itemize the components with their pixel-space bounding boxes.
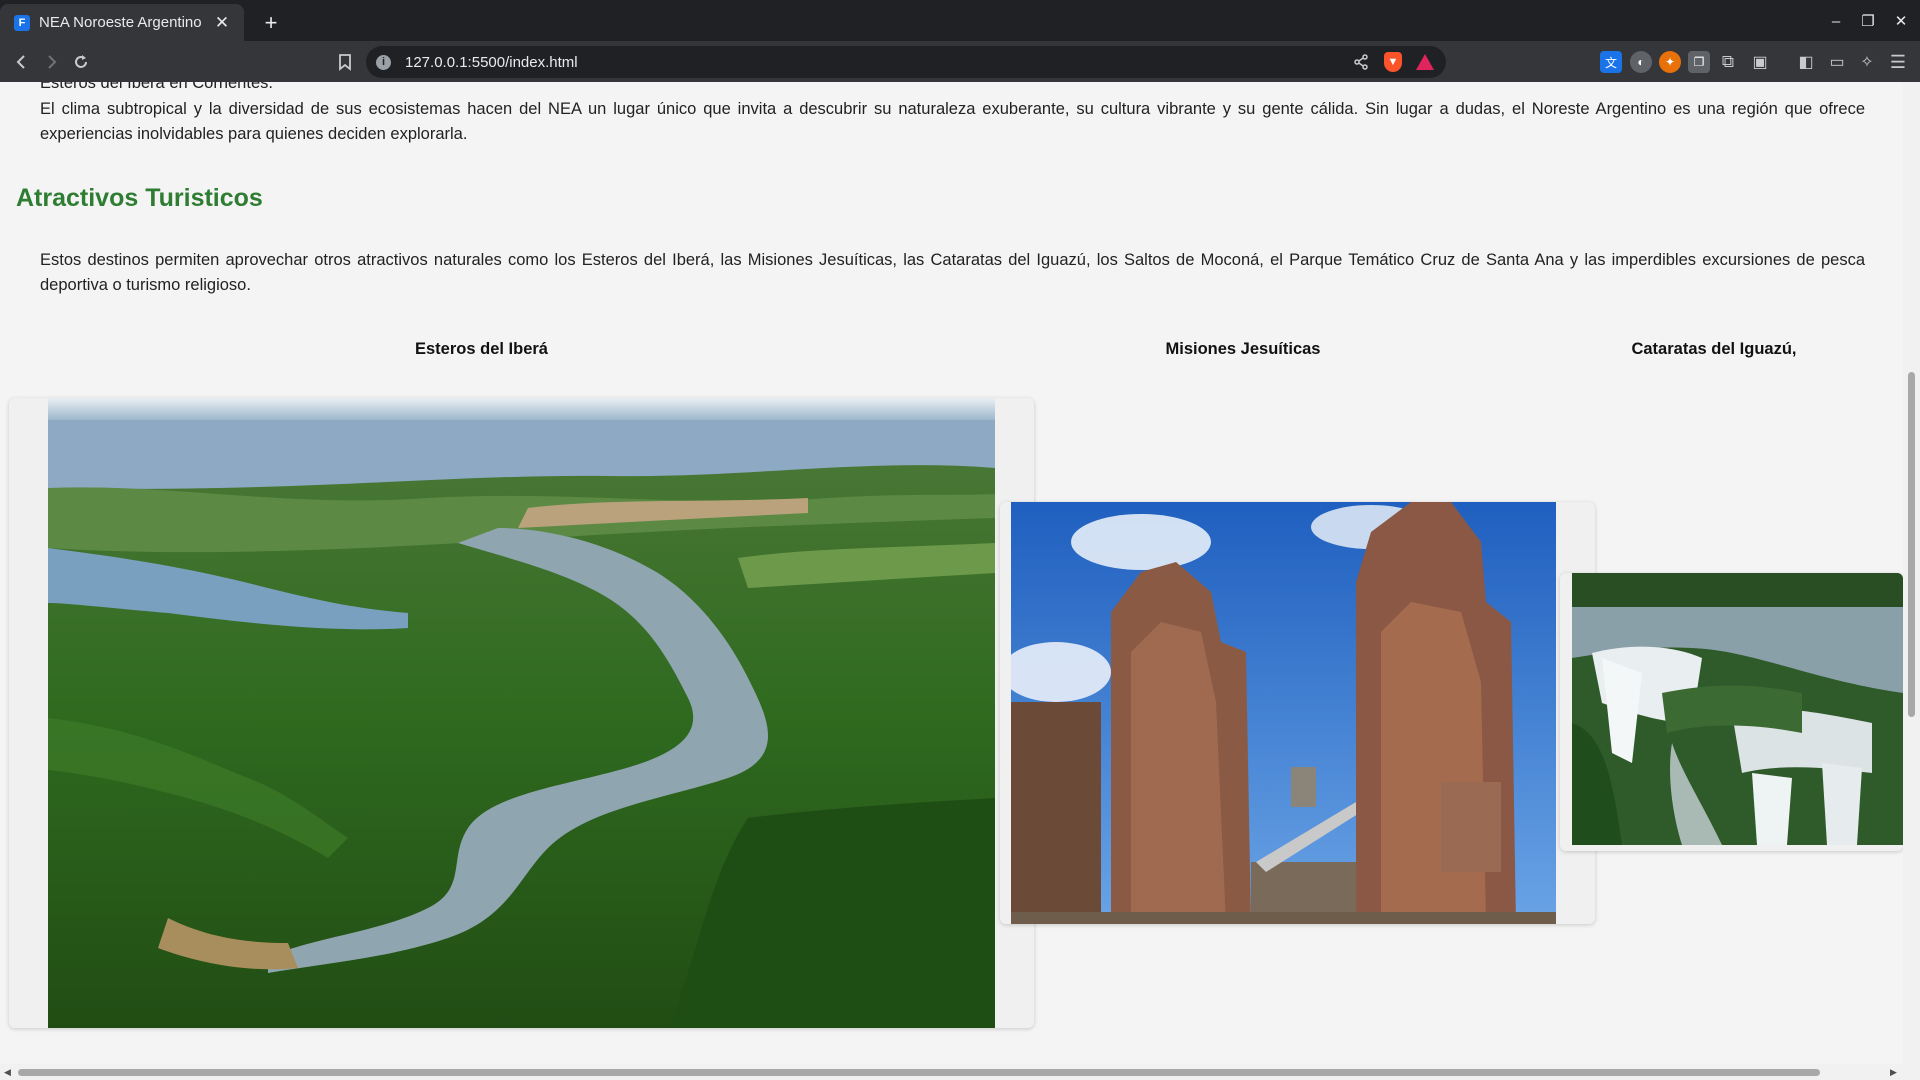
window-close-icon[interactable]: ✕ (1886, 8, 1916, 34)
leo-ai-icon[interactable]: ✧ (1856, 51, 1878, 73)
intro-paragraph-fragment: Esteros del Iberá en Corrientes. (40, 82, 273, 92)
extension-icon[interactable]: ◐ (1630, 51, 1652, 73)
page-favicon-icon: F (14, 14, 30, 31)
fox-extension-icon[interactable]: ✦ (1659, 51, 1681, 73)
new-tab-icon[interactable]: + (256, 8, 286, 38)
bookmark-icon[interactable] (330, 47, 360, 77)
section-title: Atractivos Turisticos (16, 184, 263, 212)
browser-toolbar: i 127.0.0.1:5500/index.html ▼ 文 ◐ ✦ ❐ ⧉ … (0, 41, 1920, 82)
close-tab-icon[interactable]: ✕ (212, 13, 232, 33)
scroll-left-icon[interactable]: ◀ (4, 1067, 11, 1078)
horizontal-scrollbar[interactable]: ◀ ▶ (0, 1064, 1920, 1080)
section-paragraph: Estos destinos permiten aprovechar otros… (40, 251, 1865, 294)
reload-icon[interactable] (66, 47, 96, 77)
caption-esteros: Esteros del Iberá (415, 340, 548, 358)
translate-extension-icon[interactable]: 文 (1600, 51, 1622, 73)
brave-rewards-icon[interactable] (1414, 51, 1436, 73)
forward-icon[interactable] (36, 47, 66, 77)
extensions-puzzle-icon[interactable]: ⧉ (1717, 51, 1739, 73)
wetland-aerial-photo (48, 398, 995, 1028)
site-info-icon[interactable]: i (376, 54, 391, 70)
vertical-scrollbar-thumb[interactable] (1908, 372, 1915, 717)
browser-tab[interactable]: F NEA Noroeste Argentino ✕ (0, 4, 244, 41)
screenshot-icon[interactable]: ▣ (1749, 51, 1771, 73)
wallet-icon[interactable]: ▭ (1826, 51, 1848, 73)
share-icon[interactable] (1350, 51, 1372, 73)
horizontal-scrollbar-thumb[interactable] (18, 1069, 1820, 1076)
caption-misiones: Misiones Jesuíticas (1165, 340, 1321, 358)
climate-paragraph: El clima subtropical y la diversidad de … (40, 100, 1865, 143)
menu-icon[interactable]: ☰ (1887, 51, 1909, 73)
back-icon[interactable] (7, 47, 37, 77)
minimize-icon[interactable]: – (1821, 8, 1851, 34)
attraction-card-cataratas (1560, 573, 1903, 851)
tab-strip: F NEA Noroeste Argentino ✕ + – ❐ ✕ (0, 0, 1920, 41)
restore-icon[interactable]: ❐ (1853, 8, 1883, 34)
sidebar-icon[interactable]: ◧ (1795, 51, 1817, 73)
jesuit-ruins-photo (1011, 502, 1556, 924)
url-text[interactable]: 127.0.0.1:5500/index.html (405, 54, 1350, 71)
brave-shields-icon[interactable]: ▼ (1382, 51, 1404, 73)
waterfalls-photo (1572, 573, 1903, 845)
page-viewport: Esteros del Iberá en Corrientes. El clim… (0, 82, 1903, 1064)
address-bar[interactable]: i 127.0.0.1:5500/index.html ▼ (366, 46, 1446, 78)
copy-extension-icon[interactable]: ❐ (1688, 51, 1710, 73)
attraction-card-esteros (9, 398, 1034, 1028)
scroll-right-icon[interactable]: ▶ (1890, 1067, 1897, 1078)
caption-cataratas: Cataratas del Iguazú, (1631, 340, 1797, 358)
vertical-scrollbar[interactable] (1903, 82, 1920, 1064)
tab-title: NEA Noroeste Argentino (39, 14, 202, 31)
attraction-card-misiones (1000, 502, 1595, 924)
